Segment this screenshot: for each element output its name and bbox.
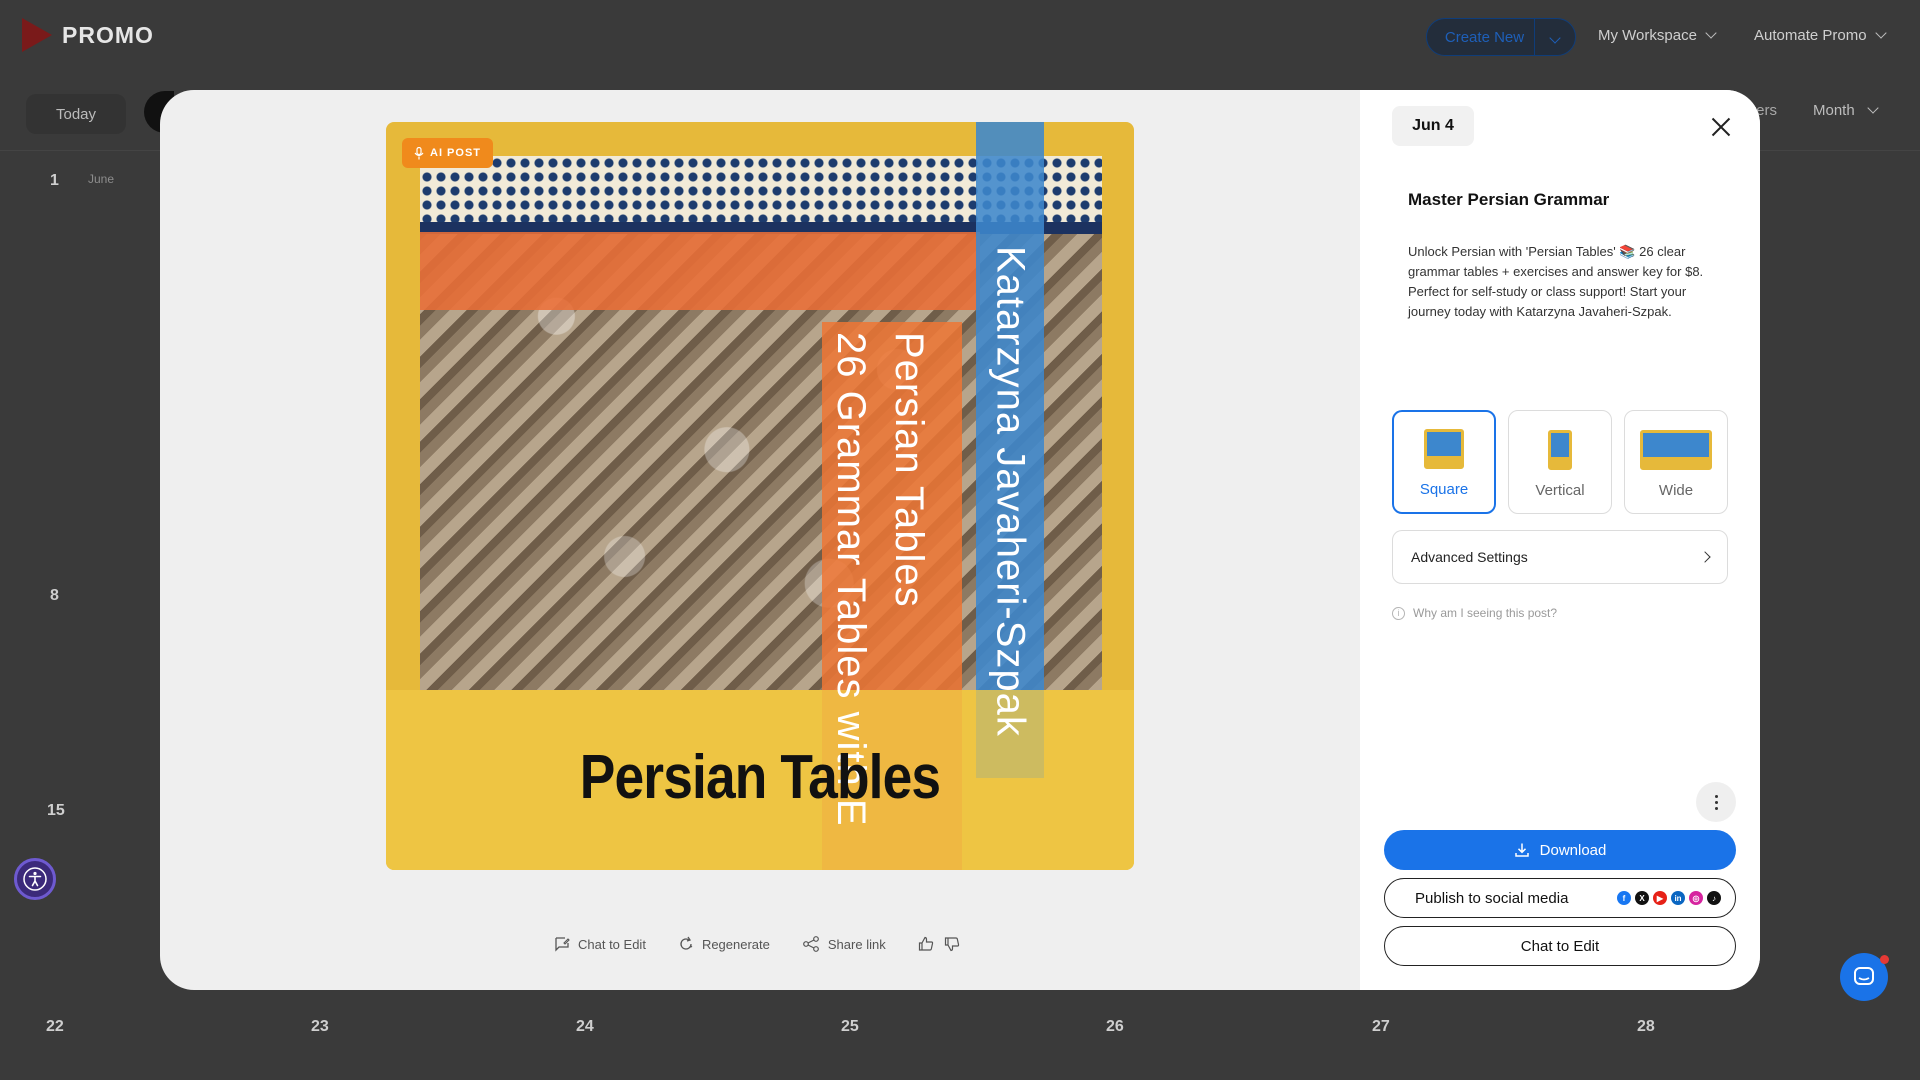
ai-post-badge: AI POST	[402, 138, 494, 168]
download-icon	[1514, 843, 1529, 857]
wide-thumbnail	[1640, 430, 1712, 470]
menu-label: Automate Promo	[1754, 27, 1867, 44]
month-caption: June	[88, 172, 115, 186]
publish-label: Publish to social media	[1415, 889, 1569, 907]
chat-to-edit-link[interactable]: Chat to Edit	[554, 936, 646, 952]
post-preview-image: Katarzyna Javaheri-Szpak Persian Tables …	[386, 122, 1134, 870]
menu-my-workspace[interactable]: My Workspace	[1598, 27, 1717, 44]
social-icons: f X ▶ in ◎ ♪	[1617, 891, 1721, 905]
accessibility-icon	[23, 867, 47, 891]
chevron-down-icon	[1874, 27, 1887, 39]
day-24[interactable]: 24	[576, 1018, 594, 1036]
day-8[interactable]: 8	[50, 587, 59, 605]
publish-social-button[interactable]: Publish to social media f X ▶ in ◎ ♪	[1384, 878, 1736, 918]
logo-text: PROMO	[62, 21, 154, 48]
more-options-button[interactable]	[1696, 782, 1736, 822]
share-icon	[802, 936, 819, 952]
date-chip: Jun 4	[1392, 106, 1474, 146]
format-label: Vertical	[1535, 482, 1585, 499]
day-23[interactable]: 23	[311, 1018, 329, 1036]
day-22[interactable]: 22	[46, 1018, 64, 1036]
chat-edit-icon	[555, 937, 570, 952]
tiktok-icon: ♪	[1707, 891, 1721, 905]
thumbs-up-icon[interactable]	[918, 936, 934, 952]
linkedin-icon: in	[1671, 891, 1685, 905]
chevron-down-icon[interactable]	[1535, 30, 1575, 45]
day-25[interactable]: 25	[841, 1018, 859, 1036]
logo-icon	[22, 18, 52, 52]
menu-automate-promo[interactable]: Automate Promo	[1754, 27, 1887, 44]
day-26[interactable]: 26	[1106, 1018, 1124, 1036]
close-icon[interactable]	[1710, 116, 1732, 138]
format-label: Square	[1419, 481, 1469, 498]
why-seeing-post-label: Why am I seeing this post?	[1413, 606, 1558, 620]
logo[interactable]: PROMO	[22, 18, 154, 52]
month-view-label: Month	[1813, 102, 1855, 119]
chevron-right-icon	[1699, 551, 1711, 563]
month-view-select[interactable]: Month	[1813, 102, 1879, 119]
format-square-option[interactable]: Square	[1392, 410, 1496, 514]
chevron-down-icon	[1705, 27, 1717, 39]
headline-text: Persian Tables	[579, 743, 941, 812]
why-seeing-post-link[interactable]: i Why am I seeing this post?	[1392, 606, 1557, 620]
notification-dot	[1880, 955, 1889, 964]
chat-icon	[1854, 967, 1874, 985]
day-28[interactable]: 28	[1637, 1018, 1655, 1036]
author-text: Katarzyna Javaheri-Szpak	[988, 246, 1033, 737]
today-button[interactable]: Today	[26, 94, 126, 134]
thumbs-down-icon[interactable]	[944, 936, 960, 952]
x-icon: X	[1635, 891, 1649, 905]
chevron-down-icon	[1867, 102, 1879, 114]
chat-to-edit-button[interactable]: Chat to Edit	[1384, 926, 1736, 966]
advanced-settings-label: Advanced Settings	[1411, 549, 1528, 565]
vertical-title-text: Persian Tables	[887, 332, 931, 608]
microphone-icon	[414, 146, 424, 159]
create-new-label: Create New	[1444, 28, 1525, 46]
format-selector: Square Vertical Wide	[1392, 410, 1728, 514]
post-details-panel: Jun 4 Master Persian Grammar Unlock Pers…	[1360, 90, 1760, 990]
regenerate-label: Regenerate	[701, 936, 770, 952]
square-thumbnail	[1424, 429, 1464, 469]
feedback-buttons	[918, 936, 960, 952]
share-link[interactable]: Share link	[802, 936, 886, 952]
post-caption: Unlock Persian with 'Persian Tables' 📚 2…	[1408, 244, 1704, 319]
format-vertical-option[interactable]: Vertical	[1508, 410, 1612, 514]
vertical-thumbnail	[1548, 430, 1572, 470]
top-bar: PROMO Create New My Workspace Automate P…	[0, 0, 1920, 76]
advanced-settings-button[interactable]: Advanced Settings	[1392, 530, 1728, 584]
format-label: Wide	[1658, 482, 1694, 499]
preview-actions: Chat to Edit Regenerate Share link	[554, 936, 960, 952]
share-link-label: Share link	[827, 936, 886, 952]
regenerate-icon	[680, 936, 693, 950]
download-button[interactable]: Download	[1384, 830, 1736, 870]
post-modal: Katarzyna Javaheri-Szpak Persian Tables …	[160, 90, 1760, 990]
youtube-icon: ▶	[1653, 891, 1667, 905]
day-27[interactable]: 27	[1372, 1018, 1390, 1036]
download-label: Download	[1539, 841, 1607, 859]
post-title: Master Persian Grammar	[1408, 190, 1610, 209]
day-1[interactable]: 1	[50, 172, 59, 190]
instagram-icon: ◎	[1689, 891, 1703, 905]
regenerate-link[interactable]: Regenerate	[678, 936, 770, 952]
ai-post-badge-label: AI POST	[430, 147, 482, 159]
chat-to-edit-label: Chat to Edit	[578, 936, 646, 952]
format-wide-option[interactable]: Wide	[1624, 410, 1728, 514]
day-15[interactable]: 15	[47, 802, 65, 820]
facebook-icon: f	[1617, 891, 1631, 905]
menu-label: My Workspace	[1598, 27, 1697, 44]
info-icon: i	[1392, 606, 1405, 620]
create-new-button[interactable]: Create New	[1426, 18, 1576, 56]
accessibility-button[interactable]	[14, 858, 56, 900]
